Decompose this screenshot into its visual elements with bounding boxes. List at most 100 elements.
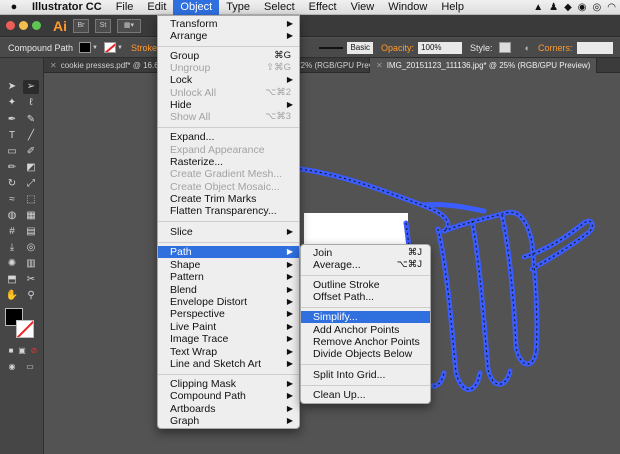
width-tool-icon[interactable]: ≈ (4, 193, 20, 207)
menu-item-rasterize[interactable]: Rasterize... (158, 156, 299, 168)
menu-item-flatten-transparency[interactable]: Flatten Transparency... (158, 205, 299, 217)
graph-tool-icon[interactable]: ▥ (23, 257, 39, 271)
menu-type[interactable]: Type (219, 0, 257, 15)
menu-item-text-wrap[interactable]: Text Wrap ▶ (158, 346, 299, 358)
menu-item-create-trim-marks[interactable]: Create Trim Marks (158, 193, 299, 205)
menu-item-remove-anchor-points[interactable]: Remove Anchor Points (301, 336, 430, 348)
close-icon[interactable]: ✕ (376, 61, 383, 70)
menu-item-arrange[interactable]: Arrange ▶ (158, 30, 299, 42)
tab-cookie-presses[interactable]: ✕ cookie presses.pdf* @ 16.67 (44, 57, 164, 73)
apple-icon[interactable]: ● (0, 1, 28, 13)
pencil-icon[interactable]: ✏ (4, 161, 20, 175)
menu-edit[interactable]: Edit (140, 0, 173, 15)
menu-object[interactable]: Object (173, 0, 220, 15)
person-icon[interactable]: ♟ (549, 2, 558, 13)
zoom-window-button[interactable] (32, 21, 41, 30)
graphic-style-swatch[interactable] (498, 42, 511, 53)
menu-item-average[interactable]: Average... ⌥⌘J (301, 259, 430, 271)
menu-view[interactable]: View (344, 0, 382, 15)
mesh-tool-icon[interactable]: # (4, 225, 20, 239)
creative-cloud-icon[interactable]: ◉ (578, 2, 587, 13)
brush-stroke-sample[interactable] (319, 46, 344, 49)
selection-tool-icon[interactable]: ➤ (4, 80, 20, 94)
menu-item-expand[interactable]: Expand... (158, 131, 299, 143)
stock-button[interactable]: St (95, 18, 111, 33)
screen-mode-icon[interactable]: ▭ (22, 360, 38, 374)
none-mode-icon[interactable]: ⊘ (26, 344, 42, 358)
blend-tool-icon[interactable]: ◎ (23, 241, 39, 255)
draw-mode-icon[interactable]: ◉ (4, 360, 20, 374)
menu-item-lock[interactable]: Lock ▶ (158, 74, 299, 86)
pen-tool-icon[interactable]: ✒ (4, 113, 20, 127)
arrange-documents-button[interactable]: ▦▾ (117, 18, 141, 33)
close-icon[interactable]: ✕ (50, 61, 57, 70)
rotate-tool-icon[interactable]: ↻ (4, 177, 20, 191)
dropbox-icon[interactable]: ◆ (564, 2, 572, 13)
chevron-down-icon[interactable]: ▼ (92, 45, 98, 51)
bridge-button[interactable]: Br (73, 18, 89, 33)
menu-item-slice[interactable]: Slice ▶ (158, 226, 299, 238)
menu-item-add-anchor-points[interactable]: Add Anchor Points (301, 324, 430, 336)
corners-field[interactable] (576, 41, 613, 54)
menu-item-compound-path[interactable]: Compound Path ▶ (158, 390, 299, 402)
lasso-icon[interactable]: ℓ (23, 96, 39, 110)
menu-item-outline-stroke[interactable]: Outline Stroke (301, 279, 430, 291)
menu-item-envelope-distort[interactable]: Envelope Distort ▶ (158, 296, 299, 308)
menu-app-name[interactable]: Illustrator CC (28, 0, 109, 15)
menu-item-hide[interactable]: Hide ▶ (158, 99, 299, 111)
menu-file[interactable]: File (109, 0, 141, 15)
menu-item-join[interactable]: Join ⌘J (301, 247, 430, 259)
menu-item-perspective[interactable]: Perspective ▶ (158, 308, 299, 320)
opacity-label[interactable]: Opacity: (381, 43, 414, 53)
menu-item-clean-up[interactable]: Clean Up... (301, 389, 430, 401)
sync-icon[interactable]: ◎ (593, 2, 602, 13)
free-transform-icon[interactable]: ⬚ (23, 193, 39, 207)
gradient-tool-icon[interactable]: ▤ (23, 225, 39, 239)
wifi-icon[interactable]: ◠ (607, 2, 616, 13)
stroke-color-swatch[interactable] (104, 42, 116, 53)
perspective-grid-icon[interactable]: ▦ (23, 209, 39, 223)
opacity-field[interactable]: 100% (418, 41, 463, 54)
menu-select[interactable]: Select (257, 0, 302, 15)
menu-item-shape[interactable]: Shape ▶ (158, 259, 299, 271)
menu-item-path[interactable]: Path ▶ (158, 246, 299, 258)
zoom-tool-icon[interactable]: ⚲ (23, 289, 39, 303)
type-tool-icon[interactable]: T (4, 129, 20, 143)
notification-icon[interactable]: ▲ (533, 2, 543, 13)
line-tool-icon[interactable]: ╱ (23, 129, 39, 143)
menu-window[interactable]: Window (381, 0, 434, 15)
menu-item-graph[interactable]: Graph ▶ (158, 415, 299, 427)
direct-selection-tool-icon[interactable]: ➢ (23, 80, 39, 94)
menu-item-image-trace[interactable]: Image Trace ▶ (158, 333, 299, 345)
menu-item-line-and-sketch-art[interactable]: Line and Sketch Art ▶ (158, 358, 299, 370)
chevron-down-icon[interactable]: ▼ (117, 45, 123, 51)
hand-tool-icon[interactable]: ✋ (4, 289, 20, 303)
slice-tool-icon[interactable]: ✂ (23, 273, 39, 287)
menu-item-split-into-grid[interactable]: Split Into Grid... (301, 369, 430, 381)
magic-wand-icon[interactable]: ✦ (4, 96, 20, 110)
menu-item-pattern[interactable]: Pattern ▶ (158, 271, 299, 283)
menu-item-offset-path[interactable]: Offset Path... (301, 291, 430, 303)
eraser-icon[interactable]: ◩ (23, 161, 39, 175)
menu-item-artboards[interactable]: Artboards ▶ (158, 403, 299, 415)
curvature-tool-icon[interactable]: ✎ (23, 113, 39, 127)
fill-color-swatch[interactable] (79, 42, 92, 53)
menu-item-clipping-mask[interactable]: Clipping Mask ▶ (158, 378, 299, 390)
rectangle-tool-icon[interactable]: ▭ (4, 145, 20, 159)
scale-tool-icon[interactable]: ⤢ (23, 177, 39, 191)
close-window-button[interactable] (6, 21, 15, 30)
menu-item-transform[interactable]: Transform ▶ (158, 18, 299, 30)
menu-help[interactable]: Help (434, 0, 471, 15)
menu-item-blend[interactable]: Blend ▶ (158, 284, 299, 296)
eyedropper-icon[interactable]: ⤓ (4, 241, 20, 255)
recolor-icon[interactable]: ◐ (525, 43, 530, 53)
paintbrush-icon[interactable]: ✐ (23, 145, 39, 159)
menu-effect[interactable]: Effect (302, 0, 344, 15)
menu-item-divide-objects-below[interactable]: Divide Objects Below (301, 348, 430, 360)
brush-definition[interactable]: Basic (347, 41, 374, 54)
symbol-sprayer-icon[interactable]: ✺ (4, 257, 20, 271)
stroke-color-box[interactable] (16, 320, 34, 338)
stroke-label[interactable]: Stroke: (131, 43, 160, 53)
shape-builder-icon[interactable]: ◍ (4, 209, 20, 223)
menu-item-simplify[interactable]: Simplify... (301, 311, 430, 323)
